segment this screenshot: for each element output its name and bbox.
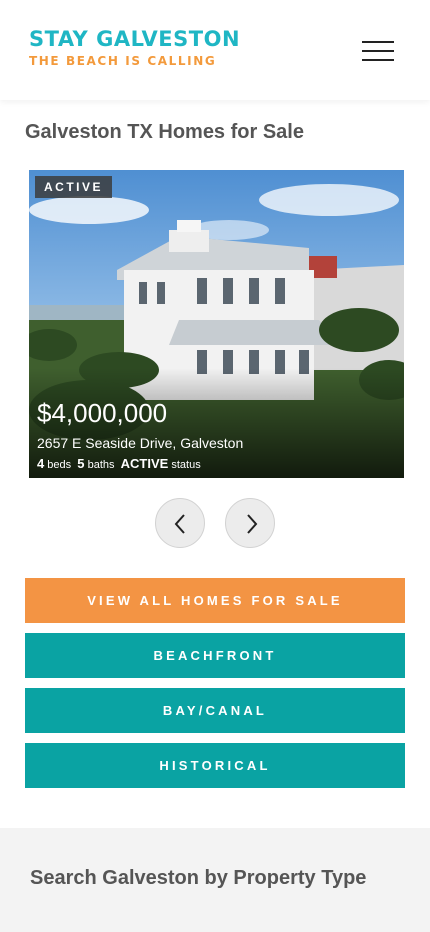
chevron-right-icon <box>247 514 258 534</box>
beds-label: beds <box>47 459 72 471</box>
chevron-left-icon <box>174 514 185 534</box>
search-by-type-section: Search Galveston by Property Type <box>0 828 430 932</box>
carousel-prev-button[interactable] <box>155 498 205 548</box>
baths-count: 5 <box>77 456 85 471</box>
hamburger-menu-icon[interactable] <box>360 38 396 64</box>
listing-price: $4,000,000 <box>37 398 168 428</box>
search-section-title: Search Galveston by Property Type <box>30 867 367 889</box>
site-header: STAY GALVESTON THE BEACH IS CALLING <box>0 0 430 100</box>
beachfront-button[interactable]: BEACHFRONT <box>25 633 405 678</box>
beds-count: 4 <box>37 456 45 471</box>
logo-tagline: THE BEACH IS CALLING <box>29 54 217 68</box>
historical-button[interactable]: HISTORICAL <box>25 743 405 788</box>
logo-title: STAY GALVESTON <box>29 27 241 51</box>
listing-card[interactable]: ACTIVE $4,000,000 2657 E Seaside Drive, … <box>29 170 404 478</box>
page-title: Galveston TX Homes for Sale <box>25 121 304 143</box>
bay-canal-button[interactable]: BAY/CANAL <box>25 688 405 733</box>
listing-address: 2657 E Seaside Drive, Galveston <box>37 435 244 451</box>
status-badge: ACTIVE <box>35 176 113 198</box>
status-label: status <box>171 459 201 471</box>
listing-details: 4 beds 5 baths ACTIVE status <box>37 456 201 471</box>
site-logo[interactable]: STAY GALVESTON THE BEACH IS CALLING <box>29 27 240 69</box>
baths-label: baths <box>87 459 115 471</box>
view-all-homes-button[interactable]: VIEW ALL HOMES FOR SALE <box>25 578 405 623</box>
status-value: ACTIVE <box>120 456 169 471</box>
carousel-next-button[interactable] <box>225 498 275 548</box>
